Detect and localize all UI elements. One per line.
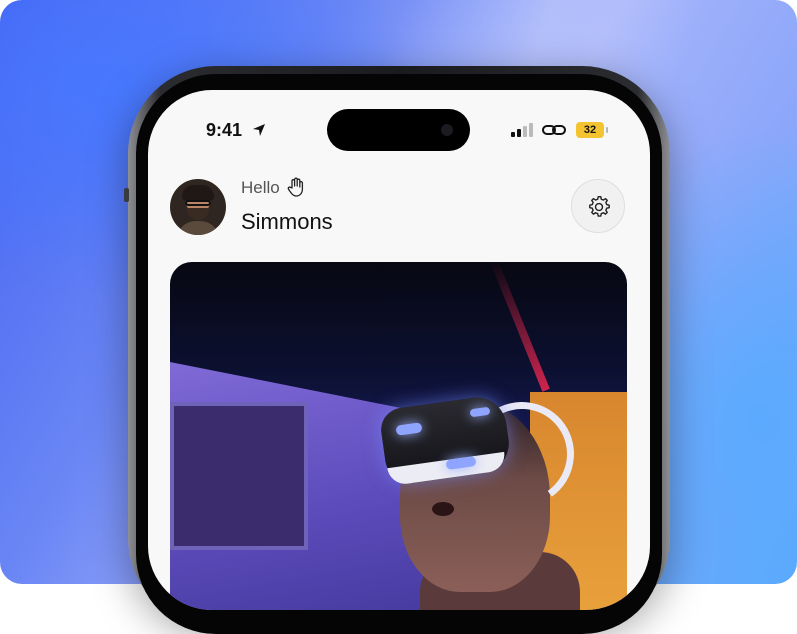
avatar[interactable] [170,179,226,235]
camera-dot [441,124,453,136]
phone-screen: 9:41 32 Hello Simmons [148,90,650,610]
signal-icon [511,123,533,137]
battery-cap [606,127,608,133]
greeting-header: Hello Simmons [148,176,650,246]
background-sign [170,402,308,550]
gear-icon [589,196,610,217]
greeting-text: Hello [241,178,280,197]
location-arrow-icon [253,124,265,136]
status-bar: 9:41 32 [148,90,650,160]
side-button [124,188,129,202]
dynamic-island [327,109,470,151]
status-time: 9:41 [206,120,243,140]
link-icon [542,125,566,135]
battery-icon: 32 [576,122,604,138]
settings-button[interactable] [571,179,625,233]
featured-vr-photo-card[interactable] [170,262,627,610]
user-name: Simmons [241,209,333,234]
wave-hand-icon [287,177,304,197]
